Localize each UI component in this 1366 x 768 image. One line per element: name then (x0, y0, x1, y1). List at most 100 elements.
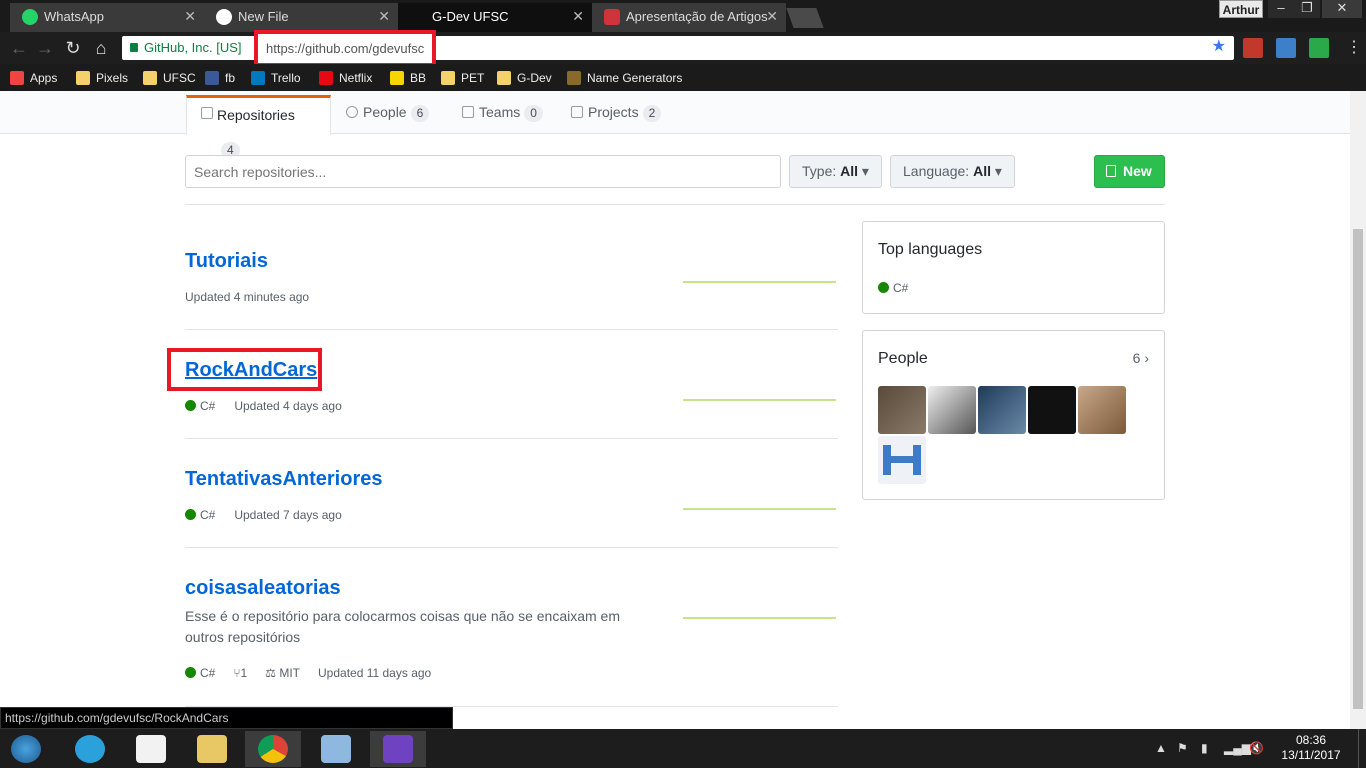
taskbar-slack[interactable] (123, 731, 179, 767)
tab-people[interactable]: People 6 (332, 95, 430, 135)
github-icon (216, 9, 232, 25)
bookmark-pet[interactable]: PET (441, 69, 484, 87)
people-count: 6 (1132, 350, 1141, 366)
network-icon[interactable]: ▂▄▆ (1224, 741, 1251, 755)
gmail-extension-icon[interactable] (1243, 38, 1263, 58)
language-color-dot (185, 400, 196, 411)
bookmark-bb[interactable]: BB (390, 69, 426, 87)
apps-grid-icon (10, 71, 24, 85)
volume-muted-icon[interactable]: 🔇 (1249, 741, 1264, 755)
top-languages-box: Top languages C# (862, 221, 1165, 314)
repo-link[interactable]: coisasaleatorias (185, 577, 341, 600)
close-icon[interactable]: ✕ (378, 3, 390, 30)
device-icon[interactable]: ▮ (1201, 741, 1208, 755)
box-title: People (878, 350, 928, 367)
tray-expand-icon[interactable]: ▲ (1155, 741, 1167, 755)
extension-icon[interactable] (1276, 38, 1296, 58)
chrome-menu-icon[interactable]: ⋮ (1346, 38, 1362, 58)
system-clock[interactable]: 08:36 13/11/2017 (1276, 733, 1346, 763)
taskbar-chrome[interactable] (245, 731, 301, 767)
address-bar[interactable]: GitHub, Inc. [US] https://github.com/gde… (122, 30, 1234, 67)
tab-repositories[interactable]: Repositories4 (186, 95, 331, 159)
bookmark-label: Netflix (339, 71, 373, 85)
taskbar-github-desktop[interactable] (370, 731, 426, 767)
scrollbar-thumb[interactable] (1353, 229, 1363, 709)
avatar[interactable] (978, 386, 1026, 434)
new-repository-button[interactable]: New (1094, 155, 1165, 188)
show-desktop-button[interactable] (1358, 729, 1366, 768)
filter-label: Language: (903, 163, 970, 179)
url-scheme: https:// (266, 41, 306, 56)
folder-icon (497, 71, 511, 85)
type-filter-button[interactable]: Type: All ▾ (789, 155, 882, 188)
close-icon[interactable]: ✕ (766, 3, 778, 30)
bookmark-star-icon[interactable]: ★ (1212, 37, 1226, 57)
tab-title: Apresentação de Artigos (626, 9, 768, 24)
search-repositories-input[interactable] (185, 155, 781, 188)
reload-icon[interactable]: ↻ (62, 37, 84, 59)
tab-teams[interactable]: Teams 0 (448, 95, 543, 135)
close-window-icon[interactable]: ✕ (1322, 0, 1362, 18)
extension-icon[interactable] (1309, 38, 1329, 58)
start-button[interactable] (0, 731, 52, 767)
people-count-link[interactable]: 6 › (1133, 350, 1149, 366)
avatar[interactable] (1028, 386, 1076, 434)
bookmark-label: fb (225, 71, 236, 85)
windows-taskbar: ▲ ⚑ ▮ ▂▄▆ 🔇 08:36 13/11/2017 (0, 729, 1366, 768)
activity-sparkline (683, 279, 836, 283)
taskbar-explorer[interactable] (184, 731, 240, 767)
new-tab-button[interactable] (786, 8, 824, 28)
minimize-icon[interactable]: – (1268, 0, 1294, 18)
bookmark-pixels[interactable]: Pixels (76, 69, 128, 87)
taskbar-telegram[interactable] (62, 731, 118, 767)
top-language[interactable]: C# (893, 281, 908, 295)
tab-gdev-ufsc[interactable]: G-Dev UFSC ✕ (398, 3, 592, 32)
close-icon[interactable]: ✕ (184, 3, 196, 30)
tab-whatsapp[interactable]: WhatsApp ✕ (10, 3, 204, 32)
secure-indicator[interactable]: GitHub, Inc. [US] (130, 39, 242, 57)
repo-forks[interactable]: 1 (241, 666, 248, 680)
back-icon[interactable]: ← (8, 37, 30, 59)
avatar[interactable] (878, 436, 926, 484)
language-color-dot (185, 509, 196, 520)
bookmark-label: Apps (30, 71, 58, 85)
tab-new-file[interactable]: New File ✕ (204, 3, 398, 32)
box-title: Top languages (878, 241, 983, 258)
repo-list-item: coisasaleatorias Esse é o repositório pa… (185, 548, 838, 707)
folder-icon (76, 71, 90, 85)
bookmark-netflix[interactable]: Netflix (319, 69, 372, 87)
forward-icon[interactable]: → (34, 37, 56, 59)
bookmark-gdev[interactable]: G-Dev (497, 69, 552, 87)
language-filter-button[interactable]: Language: All ▾ (890, 155, 1015, 188)
tab-projects[interactable]: Projects 2 (557, 95, 662, 135)
tab-title: New File (238, 9, 289, 24)
github-org-page: Repositories4 People6 Teams0 Projects2 T… (0, 91, 1350, 707)
home-icon[interactable]: ⌂ (90, 37, 112, 59)
repo-list-item: Tutoriais Updated 4 minutes ago (185, 205, 838, 330)
repo-description: Esse é o repositório para colocarmos coi… (185, 608, 620, 645)
repo-link[interactable]: RockAndCars (185, 359, 317, 382)
bookmark-ufsc[interactable]: UFSC (143, 69, 196, 87)
tab-title: WhatsApp (44, 9, 104, 24)
close-icon[interactable]: ✕ (572, 3, 584, 30)
avatar[interactable] (878, 386, 926, 434)
action-center-flag-icon[interactable]: ⚑ (1177, 741, 1188, 755)
url-highlight[interactable]: https://github.com/gdevufsc (254, 30, 437, 67)
bookmark-name-generators[interactable]: Name Generators (567, 69, 682, 87)
bookmark-fb[interactable]: fb (205, 69, 235, 87)
taskbar-app[interactable] (308, 731, 364, 767)
repo-language: C# (200, 399, 216, 413)
repo-link[interactable]: Tutoriais (185, 250, 268, 273)
repo-updated: Updated 7 days ago (234, 508, 342, 522)
page-icon (567, 71, 581, 85)
profile-button[interactable]: Arthur (1219, 0, 1263, 18)
repo-link[interactable]: TentativasAnteriores (185, 468, 382, 491)
restore-icon[interactable]: ❐ (1294, 0, 1320, 18)
avatar[interactable] (928, 386, 976, 434)
tab-apresentacao[interactable]: Apresentação de Artigos ✕ (592, 3, 786, 32)
scrollbar[interactable] (1350, 91, 1366, 729)
bookmark-apps[interactable]: Apps (10, 69, 57, 87)
avatar[interactable] (1078, 386, 1126, 434)
bookmark-trello[interactable]: Trello (251, 69, 301, 87)
slack-icon (136, 735, 166, 763)
